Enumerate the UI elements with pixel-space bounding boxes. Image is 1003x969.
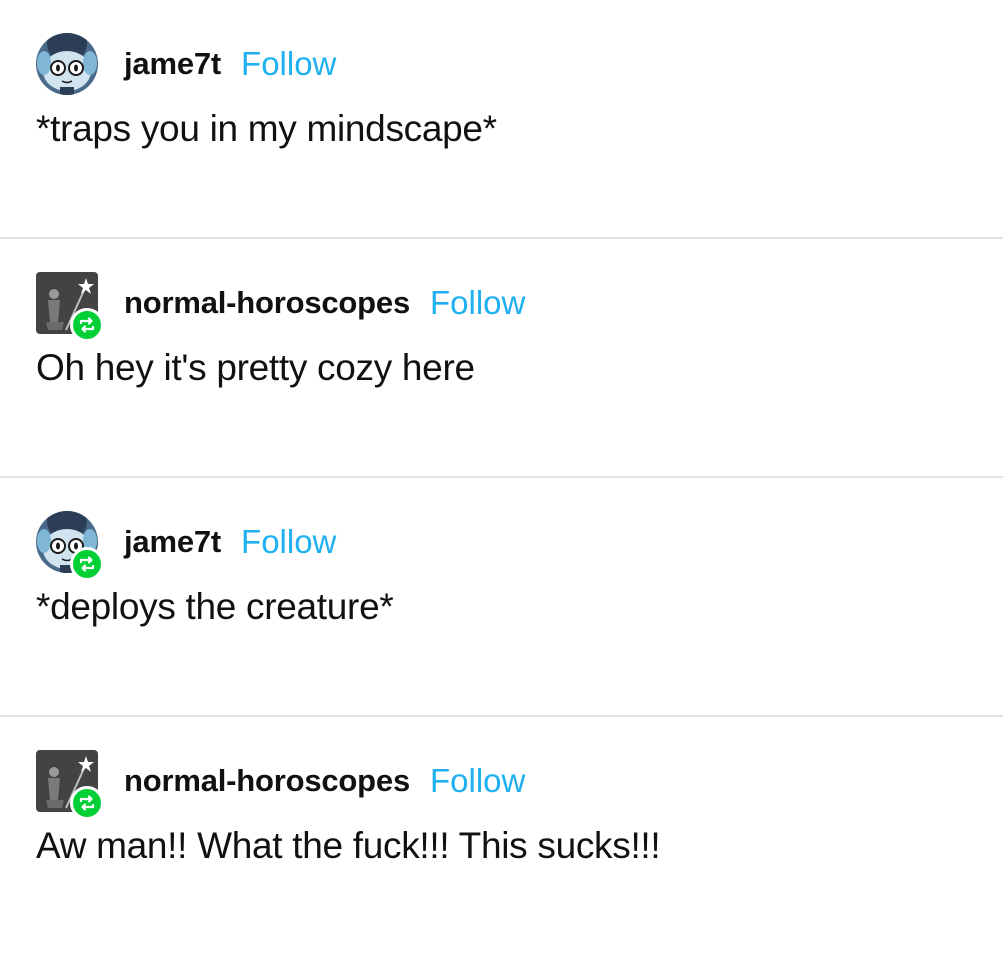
avatar[interactable] bbox=[36, 750, 104, 820]
post-header: jame7t Follow bbox=[36, 33, 336, 95]
username[interactable]: normal-horoscopes bbox=[124, 763, 410, 799]
reblog-icon bbox=[79, 317, 95, 333]
reblog-badge bbox=[70, 308, 104, 342]
post-text: Aw man!! What the fuck!!! This sucks!!! bbox=[36, 825, 661, 866]
reblog-badge bbox=[70, 547, 104, 581]
reblog-icon bbox=[79, 556, 95, 572]
ghost-creature-avatar-icon bbox=[36, 33, 98, 95]
follow-button[interactable]: Follow bbox=[241, 523, 336, 561]
follow-button[interactable]: Follow bbox=[430, 284, 525, 322]
thread-post: jame7t Follow *traps you in my mindscape… bbox=[0, 0, 1003, 237]
post-header: normal-horoscopes Follow bbox=[36, 750, 525, 820]
post-header: normal-horoscopes Follow bbox=[36, 272, 525, 342]
username[interactable]: normal-horoscopes bbox=[124, 285, 410, 321]
avatar[interactable] bbox=[36, 511, 104, 581]
follow-button[interactable]: Follow bbox=[430, 762, 525, 800]
reblog-thread: jame7t Follow *traps you in my mindscape… bbox=[0, 0, 1003, 969]
username[interactable]: jame7t bbox=[124, 46, 221, 82]
reblog-icon bbox=[79, 795, 95, 811]
avatar[interactable] bbox=[36, 33, 98, 95]
post-text: *deploys the creature* bbox=[36, 586, 394, 627]
thread-post: normal-horoscopes Follow Oh hey it's pre… bbox=[0, 239, 1003, 476]
thread-post: jame7t Follow *deploys the creature* bbox=[0, 478, 1003, 715]
post-text: *traps you in my mindscape* bbox=[36, 108, 497, 149]
avatar[interactable] bbox=[36, 272, 104, 342]
reblog-badge bbox=[70, 786, 104, 820]
username[interactable]: jame7t bbox=[124, 524, 221, 560]
thread-post: normal-horoscopes Follow Aw man!! What t… bbox=[0, 717, 1003, 969]
follow-button[interactable]: Follow bbox=[241, 45, 336, 83]
post-header: jame7t Follow bbox=[36, 511, 336, 581]
post-text: Oh hey it's pretty cozy here bbox=[36, 347, 475, 388]
